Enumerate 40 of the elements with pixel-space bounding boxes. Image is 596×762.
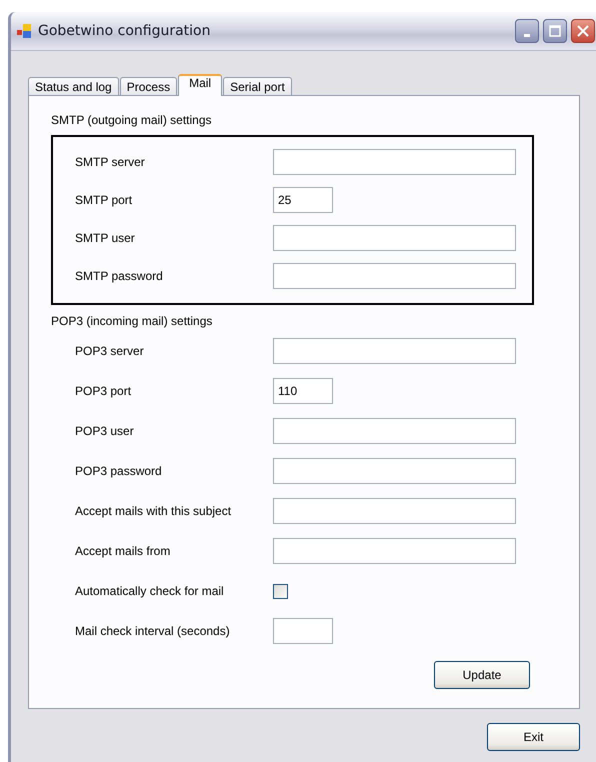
input-field[interactable]: 25: [273, 187, 333, 213]
field-label: SMTP port: [75, 193, 134, 207]
update-button[interactable]: Update: [434, 661, 530, 689]
field-label: Accept mails from: [75, 544, 172, 558]
field-label: SMTP user: [75, 231, 136, 245]
field-label: SMTP password: [75, 269, 164, 283]
tab[interactable]: Status and log: [28, 77, 119, 95]
close-icon: [577, 25, 589, 37]
tab[interactable]: Serial port: [223, 77, 292, 95]
minimize-icon: [524, 34, 530, 36]
input-field[interactable]: [273, 418, 516, 444]
section-title: POP3 (incoming mail) settings: [51, 313, 212, 329]
input-field[interactable]: [273, 225, 516, 251]
field-label: POP3 user: [75, 424, 135, 438]
field-label: Mail check interval (seconds): [75, 624, 231, 638]
section-title: SMTP (outgoing mail) settings: [51, 112, 212, 128]
input-field[interactable]: [273, 458, 516, 484]
maximize-button[interactable]: [543, 19, 567, 43]
input-field[interactable]: [273, 538, 516, 564]
input-field[interactable]: 110: [273, 378, 333, 404]
close-button[interactable]: [571, 19, 595, 43]
field-label: SMTP server: [75, 155, 146, 169]
field-label: POP3 password: [75, 464, 163, 478]
input-field[interactable]: [273, 263, 516, 289]
input-field[interactable]: [273, 498, 516, 524]
tab[interactable]: Mail: [178, 74, 222, 96]
field-label: POP3 server: [75, 344, 145, 358]
window-title: Gobetwino configuration: [38, 23, 210, 39]
app-icon: [17, 24, 31, 38]
field-label: POP3 port: [75, 384, 132, 398]
field-label: Automatically check for mail: [75, 584, 225, 598]
input-field[interactable]: [273, 618, 333, 644]
input-field[interactable]: [273, 338, 516, 364]
checkbox[interactable]: [273, 584, 288, 598]
maximize-icon: [549, 25, 561, 37]
tab[interactable]: Process: [120, 77, 178, 95]
exit-button[interactable]: Exit: [487, 723, 580, 751]
field-label: Accept mails with this subject: [75, 504, 232, 518]
input-field[interactable]: [273, 149, 516, 175]
minimize-button[interactable]: [515, 19, 539, 43]
